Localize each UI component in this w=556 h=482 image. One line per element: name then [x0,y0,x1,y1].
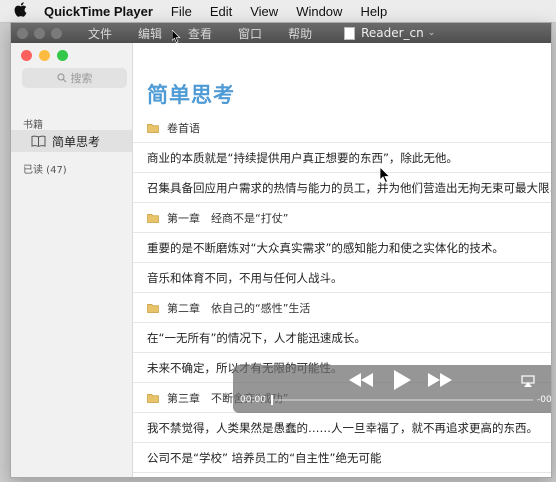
highlight-row[interactable]: 商业的本质就是“持续提供用户真正想要的东西”，除此无他。 [133,143,551,173]
highlight-row[interactable]: 召集具备回应用户需求的热情与能力的员工，并为他们营造出无拘无束可最大限… [133,173,551,203]
menu-bar: QuickTime Player File Edit View Window H… [0,0,556,23]
reader-content: 简单思考 卷首语商业的本质就是“持续提供用户真正想要的东西”，除此无他。召集具备… [133,43,551,477]
folder-icon [147,213,159,223]
chapter-title: 卷首语 [167,121,200,135]
highlight-list: 卷首语商业的本质就是“持续提供用户真正想要的东西”，除此无他。召集具备回应用户需… [133,113,551,477]
titlebar-dot-icon [51,27,62,39]
document-title[interactable]: Reader_cn ⌄ [344,26,435,40]
scrubber-handle[interactable] [271,395,273,405]
sidebar-read-count[interactable]: 已读 (47) [23,161,67,176]
window-titlebar: 文件 编辑 查看 窗口 帮助 Reader_cn ⌄ [11,23,551,43]
highlight-text: 商业的本质就是“持续提供用户真正想要的东西”，除此无他。 [147,150,458,165]
quicktime-controls: 00:00 -00:06 [233,365,551,413]
chapter-title: 第二章 依自己的“感性”生活 [167,301,311,315]
rewind-button[interactable] [349,373,373,387]
reader-body: 搜索 书籍 简单思考 已读 (47) 简单思考 卷首语商业的本质就是“持续提供用… [11,43,551,477]
search-field[interactable]: 搜索 [22,68,127,88]
highlight-text: 在“一无所有”的情况下，人才能迅速成长。 [147,330,366,345]
search-icon [56,73,66,83]
titlebar-menu: 文件 编辑 查看 窗口 帮助 [88,25,338,42]
sidebar-item-book[interactable]: 简单思考 [11,130,132,152]
titlebar-dot-icon [17,27,28,39]
highlight-row[interactable]: 在“一无所有”的情况下，人才能迅速成长。 [133,323,551,353]
zoom-button[interactable] [57,50,68,61]
titlebar-dot-icon [34,27,45,39]
window-controls [21,50,75,61]
page-title: 简单思考 [147,83,235,107]
menu-edit[interactable]: Edit [210,4,232,19]
document-title-text: Reader_cn [361,26,424,40]
highlight-row[interactable]: 我不禁觉得，人类果然是愚蠢的……人一旦幸福了，就不再追求更高的东西。 [133,413,551,443]
sidebar-section-books: 书籍 [23,120,43,131]
search-placeholder: 搜索 [70,72,93,85]
menu-file[interactable]: File [171,4,192,19]
cursor-icon [380,167,391,183]
playback-scrubber[interactable] [271,399,533,401]
highlight-text: 公司不是“学校” 培养员工的“自主性”绝无可能 [147,450,382,465]
folder-icon [147,123,159,133]
play-icon [394,370,411,390]
titlebar-menu-window[interactable]: 窗口 [238,25,262,42]
play-button[interactable] [394,370,411,390]
apple-icon[interactable] [14,1,30,21]
titlebar-menu-edit[interactable]: 编辑 [138,25,162,42]
menu-window[interactable]: Window [296,4,342,19]
chapter-heading[interactable]: 卷首语 [133,113,551,143]
chevron-down-icon: ⌄ [427,28,436,38]
highlight-text: 召集具备回应用户需求的热情与能力的员工，并为他们营造出无拘无束可最大限… [147,180,551,195]
rewind-icon [349,373,373,387]
time-remaining: -00:06 [537,395,551,405]
highlight-row[interactable]: 不提升“士气” 缺乏干劲的人没资格做职场中人 [133,473,551,477]
minimize-button[interactable] [39,50,50,61]
airplay-button[interactable] [521,375,535,387]
fast-forward-icon [428,373,452,387]
menu-view[interactable]: View [250,4,278,19]
close-button[interactable] [21,50,32,61]
book-icon [31,135,46,147]
titlebar-menu-view[interactable]: 查看 [188,25,212,42]
time-elapsed: 00:00 [240,395,266,405]
highlight-row[interactable]: 音乐和体育不同，不用与任何人战斗。 [133,263,551,293]
chapter-title: 第一章 经商不是“打仗” [167,211,289,225]
highlight-text: 重要的是不断磨炼对“大众真实需求”的感知能力和使之实体化的技术。 [147,240,504,255]
sidebar: 搜索 书籍 简单思考 已读 (47) [11,43,133,477]
airplay-icon [521,375,535,387]
highlight-text: 音乐和体育不同，不用与任何人战斗。 [147,270,343,285]
highlight-row[interactable]: 公司不是“学校” 培养员工的“自主性”绝无可能 [133,443,551,473]
chapter-heading[interactable]: 第一章 经商不是“打仗” [133,203,551,233]
sidebar-book-label: 简单思考 [52,134,101,149]
highlight-text: 我不禁觉得，人类果然是愚蠢的……人一旦幸福了，就不再追求更高的东西。 [147,420,538,435]
menu-help[interactable]: Help [360,4,387,19]
fast-forward-button[interactable] [428,373,452,387]
menu-app-name[interactable]: QuickTime Player [44,4,153,19]
highlight-row[interactable]: 重要的是不断磨炼对“大众真实需求”的感知能力和使之实体化的技术。 [133,233,551,263]
titlebar-menu-file[interactable]: 文件 [88,25,112,42]
document-icon [344,26,356,40]
reader-window: 文件 编辑 查看 窗口 帮助 Reader_cn ⌄ 搜索 书籍 简单思考 已读… [10,22,552,478]
folder-icon [147,393,159,403]
chapter-heading[interactable]: 第二章 依自己的“感性”生活 [133,293,551,323]
titlebar-menu-help[interactable]: 帮助 [288,25,312,42]
cursor-icon [172,30,181,43]
folder-icon [147,303,159,313]
